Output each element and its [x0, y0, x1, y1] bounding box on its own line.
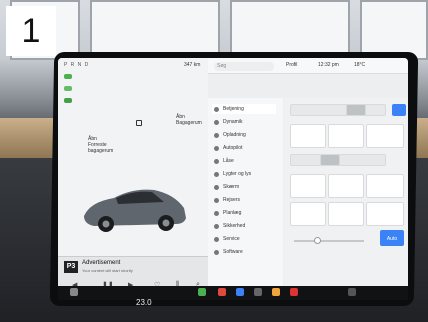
- outside-temp: 18°C: [354, 62, 366, 68]
- menu-item-label: Låse: [223, 158, 234, 164]
- fog-light-button[interactable]: [290, 174, 326, 198]
- media-subtitle: Your content will start shortly: [82, 268, 133, 273]
- menu-item[interactable]: Dynamik: [214, 117, 242, 127]
- menu-item-label: Rejsers: [223, 197, 240, 203]
- lights-icon: [64, 74, 72, 79]
- media-icon[interactable]: [290, 288, 298, 296]
- menu-item-label: Dynamik: [223, 119, 243, 125]
- headlight-icon: [64, 86, 72, 91]
- glovebox-button[interactable]: [366, 202, 404, 226]
- child-lock-button[interactable]: [328, 124, 364, 148]
- slider-thumb[interactable]: [314, 237, 321, 244]
- calendar-icon[interactable]: [272, 288, 280, 296]
- cabin-temperature[interactable]: 23.0: [136, 298, 152, 307]
- menu-item-label: Opladning: [223, 132, 246, 138]
- menu-item-icon: [214, 249, 219, 255]
- camera-button[interactable]: [392, 104, 406, 116]
- car-icon[interactable]: [70, 288, 78, 296]
- headlight-mode-auto[interactable]: [346, 104, 366, 116]
- media-badge: P3: [64, 261, 78, 273]
- menu-item[interactable]: Skærm: [214, 182, 239, 192]
- fold-mirrors-button[interactable]: [290, 124, 326, 148]
- menu-item-label: Software: [223, 249, 243, 255]
- menu-item-label: Sikkerhed: [223, 223, 246, 229]
- menu-item-label: Skærm: [223, 184, 240, 190]
- search-input[interactable]: Søg: [214, 62, 274, 71]
- seat-heat-button[interactable]: [328, 174, 364, 198]
- music-icon[interactable]: [218, 288, 226, 296]
- gear-indicator: P R N D: [64, 62, 90, 68]
- menu-item-icon: [214, 184, 219, 190]
- fog-mode-active[interactable]: [320, 154, 340, 166]
- menu-item-icon: [214, 223, 219, 229]
- rear-trunk-label[interactable]: Åbn Bagagerum: [176, 114, 202, 126]
- settings-content: Auto: [284, 98, 408, 300]
- volume-icon[interactable]: [348, 288, 356, 296]
- front-trunk-label[interactable]: Åbn Forreste bagagerum: [88, 136, 113, 154]
- headlight-mode-selector[interactable]: [290, 104, 386, 116]
- steering-button[interactable]: [328, 202, 364, 226]
- dock-bar: [58, 286, 408, 300]
- photo-background: P R N D Åbn Forreste bagagerum Åbn Bagag…: [0, 0, 428, 322]
- window-pane: [360, 0, 428, 60]
- menu-item-label: Betjening: [223, 106, 244, 112]
- seat-button[interactable]: [290, 202, 326, 226]
- car-panel: P R N D Åbn Forreste bagagerum Åbn Bagag…: [58, 58, 208, 300]
- brightness-slider[interactable]: [294, 240, 364, 242]
- menu-item-label: Lygter og lys: [223, 171, 252, 177]
- phone-icon[interactable]: [198, 288, 206, 296]
- menu-item[interactable]: Autopilot: [214, 143, 242, 153]
- menu-item-label: Autopilot: [223, 145, 243, 151]
- lock-button[interactable]: [366, 124, 404, 148]
- media-title: Advertisement: [82, 260, 121, 266]
- clock: 12:32 pm: [318, 62, 339, 68]
- menu-item[interactable]: Sikkerhed: [214, 221, 245, 231]
- menu-item[interactable]: Software: [214, 247, 243, 257]
- menu-item[interactable]: Service: [214, 234, 240, 244]
- menu-item-icon: [214, 106, 219, 112]
- menu-item-icon: [214, 236, 219, 242]
- status-bar: Søg 347 km Profil 12:32 pm 18°C: [184, 58, 408, 74]
- parking-lights-icon: [64, 98, 72, 103]
- auto-button[interactable]: Auto: [380, 230, 404, 246]
- app-icon[interactable]: [236, 288, 244, 296]
- menu-item[interactable]: Opladning: [214, 130, 246, 140]
- menu-item[interactable]: Låse: [214, 156, 234, 166]
- menu-item-icon: [214, 210, 219, 216]
- menu-item[interactable]: Rejsers: [214, 195, 240, 205]
- menu-item-icon: [214, 158, 219, 164]
- menu-item-icon: [214, 132, 219, 138]
- settings-menu: Betjening Dynamik Opladning Autopilot Låse Ly…: [208, 98, 283, 300]
- menu-item[interactable]: Betjening: [212, 104, 276, 114]
- comfort-button[interactable]: [366, 174, 404, 198]
- menu-item-icon: [214, 119, 219, 125]
- range-text: 347 km: [184, 62, 201, 68]
- menu-item[interactable]: Lygter og lys: [214, 169, 251, 179]
- menu-item-icon: [214, 145, 219, 151]
- menu-item[interactable]: Planlæg: [214, 208, 241, 218]
- window-pane: [90, 0, 220, 60]
- menu-item-label: Planlæg: [223, 210, 242, 216]
- menu-item-label: Service: [223, 236, 240, 242]
- menu-item-icon: [214, 197, 219, 203]
- step-number: 1: [6, 6, 56, 56]
- car-image: [84, 189, 186, 232]
- more-icon[interactable]: [254, 288, 262, 296]
- window-pane: [230, 0, 350, 60]
- touchscreen: P R N D Åbn Forreste bagagerum Åbn Bagag…: [58, 58, 408, 300]
- menu-item-icon: [214, 171, 219, 177]
- lock-icon[interactable]: [136, 120, 142, 126]
- profile-button[interactable]: Profil: [286, 62, 297, 68]
